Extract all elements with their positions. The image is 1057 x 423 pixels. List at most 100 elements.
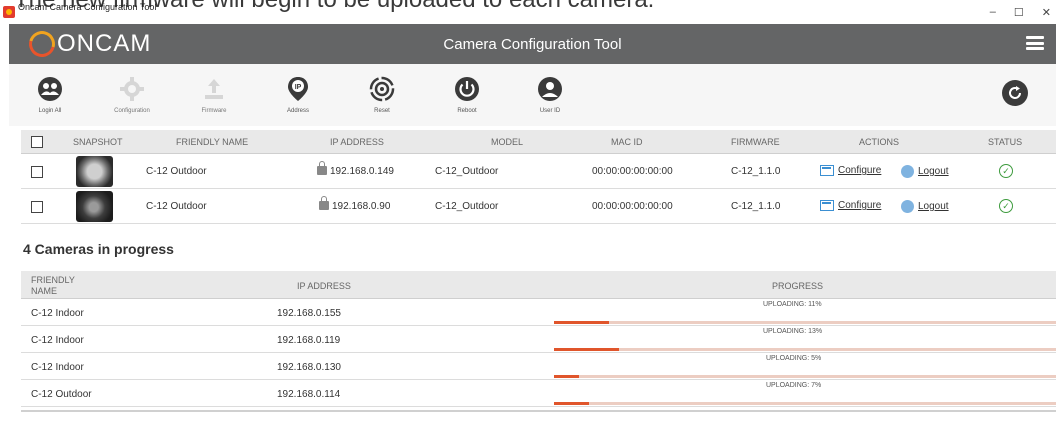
progress-status-text: UPLOADING: 11%	[763, 301, 822, 308]
configure-link[interactable]: Configure	[820, 165, 881, 176]
progress-ip-address: 192.168.0.119	[277, 335, 341, 346]
mac-id-cell: 00:00:00:00:00:00	[592, 166, 673, 177]
hamburger-menu-icon[interactable]	[1026, 36, 1044, 50]
progress-row: C-12 Outdoor 192.168.0.114 UPLOADING: 7%	[21, 380, 1056, 407]
ip-address-value: 192.168.0.149	[330, 166, 394, 177]
window-title: Oncam Camera Configuration Tool	[18, 2, 157, 12]
progress-bar	[554, 375, 1056, 378]
configuration-label: Configuration	[114, 108, 150, 114]
ip-address-icon: IP	[285, 76, 311, 102]
header-friendly-name-line2: NAME	[31, 286, 58, 296]
progress-status-text: UPLOADING: 13%	[763, 328, 823, 335]
progress-bar	[554, 321, 1056, 324]
reset-button[interactable]: Reset	[352, 76, 412, 114]
select-all-checkbox[interactable]	[31, 136, 43, 148]
logout-label: Logout	[918, 166, 949, 177]
configure-label: Configure	[838, 165, 882, 176]
progress-status-text: UPLOADING: 5%	[766, 355, 822, 362]
ip-address-value: 192.168.0.90	[332, 201, 391, 212]
progress-friendly-name: C-12 Indoor	[31, 308, 84, 319]
progress-ip-address: 192.168.0.155	[277, 308, 341, 319]
window-title-bar: Oncam Camera Configuration Tool – ☐ ✕	[0, 0, 1057, 24]
user-id-label: User ID	[539, 108, 561, 114]
progress-ip-address: 192.168.0.130	[277, 362, 341, 373]
progress-bar-fill	[554, 348, 620, 351]
app-header: ONCAM Camera Configuration Tool	[9, 24, 1056, 64]
model-cell: C-12_Outdoor	[435, 166, 499, 177]
close-button[interactable]: ✕	[1042, 6, 1051, 19]
configure-link[interactable]: Configure	[820, 200, 881, 211]
mac-id-cell: 00:00:00:00:00:00	[592, 201, 673, 212]
reboot-button[interactable]: Reboot	[437, 76, 497, 114]
reset-label: Reset	[374, 108, 390, 114]
progress-bar-fill	[554, 402, 590, 405]
login-all-icon	[37, 76, 63, 102]
logout-link[interactable]: Logout	[901, 165, 949, 178]
configure-icon	[820, 200, 834, 211]
header-progress: PROGRESS	[772, 281, 824, 291]
firmware-cell: C-12_1.1.0	[731, 201, 781, 212]
table-row: C-12 Outdoor 192.168.0.90 C-12_Outdoor 0…	[21, 189, 1056, 224]
login-all-label: Login All	[38, 108, 62, 114]
login-all-button[interactable]: Login All	[20, 76, 80, 114]
header-model: MODEL	[491, 137, 524, 147]
header-firmware: FIRMWARE	[731, 137, 780, 147]
configure-label: Configure	[838, 200, 882, 211]
header-actions: ACTIONS	[859, 137, 900, 147]
user-id-icon	[537, 76, 563, 102]
friendly-name-cell: C-12 Outdoor	[146, 166, 207, 177]
progress-friendly-name: C-12 Indoor	[31, 335, 84, 346]
row-checkbox[interactable]	[31, 201, 43, 213]
progress-table-bottom-edge	[21, 410, 1056, 412]
header-friendly-name: FRIENDLY NAME	[176, 137, 249, 147]
progress-bar	[554, 402, 1056, 405]
progress-ip-address: 192.168.0.114	[277, 389, 341, 400]
row-checkbox[interactable]	[31, 166, 43, 178]
minimize-button[interactable]: –	[990, 6, 996, 19]
progress-friendly-name: C-12 Indoor	[31, 362, 84, 373]
table-row: C-12 Outdoor 192.168.0.149 C-12_Outdoor …	[21, 154, 1056, 189]
window-controls: – ☐ ✕	[990, 6, 1051, 19]
user-id-button[interactable]: User ID	[520, 76, 580, 114]
progress-row: C-12 Indoor 192.168.0.130 UPLOADING: 5%	[21, 353, 1056, 380]
maximize-button[interactable]: ☐	[1014, 6, 1024, 19]
status-ok-check-icon: ✓	[999, 164, 1013, 178]
model-cell: C-12_Outdoor	[435, 201, 499, 212]
status-ok-check-icon: ✓	[999, 199, 1013, 213]
reboot-power-icon	[454, 76, 480, 102]
progress-bar	[554, 348, 1056, 351]
header-status: STATUS	[988, 137, 1023, 147]
progress-bar-fill	[554, 375, 580, 378]
progress-status-text: UPLOADING: 7%	[766, 382, 822, 389]
progress-row: C-12 Indoor 192.168.0.119 UPLOADING: 13%	[21, 326, 1056, 353]
progress-bar-fill	[554, 321, 610, 324]
camera-table-header: SNAPSHOT FRIENDLY NAME IP ADDRESS MODEL …	[21, 130, 1056, 154]
progress-row: C-12 Indoor 192.168.0.155 UPLOADING: 11%	[21, 299, 1056, 326]
logout-label: Logout	[918, 201, 949, 212]
camera-snapshot	[76, 191, 113, 222]
ip-address-cell: 192.168.0.149	[317, 161, 394, 177]
logout-link[interactable]: Logout	[901, 200, 949, 213]
reset-icon	[369, 76, 395, 102]
firmware-button[interactable]: Firmware	[184, 76, 244, 114]
configuration-gear-icon	[119, 76, 145, 102]
toolbar: Login All Configuration Firmware IP Addr…	[9, 64, 1056, 126]
header-ip-address: IP ADDRESS	[330, 137, 384, 147]
reboot-label: Reboot	[457, 108, 477, 114]
progress-section-title: 4 Cameras in progress	[23, 241, 174, 257]
configure-icon	[820, 165, 834, 176]
app-title: Camera Configuration Tool	[443, 36, 622, 53]
logout-user-icon	[901, 165, 914, 178]
ip-address-cell: 192.168.0.90	[319, 196, 391, 212]
configuration-button[interactable]: Configuration	[102, 76, 162, 114]
svg-text:IP: IP	[295, 84, 302, 91]
refresh-icon[interactable]	[1002, 80, 1028, 106]
firmware-upload-icon	[201, 76, 227, 102]
lock-icon	[319, 196, 329, 210]
app-icon	[3, 6, 15, 18]
firmware-label: Firmware	[201, 108, 227, 114]
logout-user-icon	[901, 200, 914, 213]
header-friendly-name-line1: FRIENDLY	[31, 275, 75, 285]
header-ip-address: IP ADDRESS	[297, 281, 351, 291]
address-button[interactable]: IP Address	[268, 76, 328, 114]
